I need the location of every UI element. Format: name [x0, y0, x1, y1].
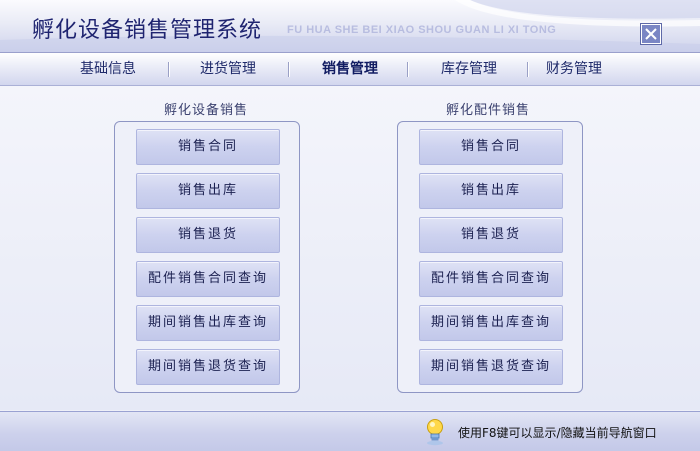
- parts-period-return-query-button[interactable]: 期间销售退货查询: [419, 349, 563, 385]
- equipment-period-return-query-button[interactable]: 期间销售退货查询: [136, 349, 280, 385]
- parts-period-outbound-query-button[interactable]: 期间销售出库查询: [419, 305, 563, 341]
- equipment-sales-return-button[interactable]: 销售退货: [136, 217, 280, 253]
- close-button[interactable]: [641, 24, 661, 44]
- menu-item-sales[interactable]: 销售管理: [300, 53, 400, 85]
- parts-sales-outbound-button[interactable]: 销售出库: [419, 173, 563, 209]
- equipment-sales-contract-button[interactable]: 销售合同: [136, 129, 280, 165]
- menu-separator: [407, 62, 409, 77]
- menu-item-finance[interactable]: 财务管理: [524, 53, 624, 85]
- equipment-period-outbound-query-button[interactable]: 期间销售出库查询: [136, 305, 280, 341]
- menu-separator: [288, 62, 290, 77]
- lightbulb-icon: [427, 419, 443, 446]
- menu-separator: [168, 62, 170, 77]
- title-bar: 孵化设备销售管理系统 FU HUA SHE BEI XIAO SHOU GUAN…: [0, 0, 700, 53]
- menu-bar: 基础信息 进货管理 销售管理 库存管理 财务管理: [0, 53, 700, 86]
- group-box-parts-sales: 销售合同 销售出库 销售退货 配件销售合同查询 期间销售出库查询 期间销售退货查…: [397, 121, 583, 393]
- parts-sales-contract-button[interactable]: 销售合同: [419, 129, 563, 165]
- parts-contract-query-button[interactable]: 配件销售合同查询: [419, 261, 563, 297]
- content-area: [0, 86, 700, 410]
- menu-item-purchase[interactable]: 进货管理: [178, 53, 278, 85]
- group-box-equipment-sales: 销售合同 销售出库 销售退货 配件销售合同查询 期间销售出库查询 期间销售退货查…: [114, 121, 300, 393]
- group-title-equipment-sales: 孵化设备销售: [164, 103, 249, 118]
- menu-item-basic-info[interactable]: 基础信息: [58, 53, 158, 85]
- menu-item-inventory[interactable]: 库存管理: [419, 53, 519, 85]
- close-icon: [645, 28, 657, 40]
- app-subtitle: FU HUA SHE BEI XIAO SHOU GUAN LI XI TONG: [287, 24, 557, 36]
- equipment-sales-outbound-button[interactable]: 销售出库: [136, 173, 280, 209]
- status-hint-text: 使用F8键可以显示/隐藏当前导航窗口: [458, 426, 657, 440]
- parts-sales-return-button[interactable]: 销售退货: [419, 217, 563, 253]
- equipment-parts-contract-query-button[interactable]: 配件销售合同查询: [136, 261, 280, 297]
- group-title-parts-sales: 孵化配件销售: [446, 103, 531, 118]
- status-bar: 使用F8键可以显示/隐藏当前导航窗口: [0, 411, 700, 451]
- app-title: 孵化设备销售管理系统: [32, 18, 263, 43]
